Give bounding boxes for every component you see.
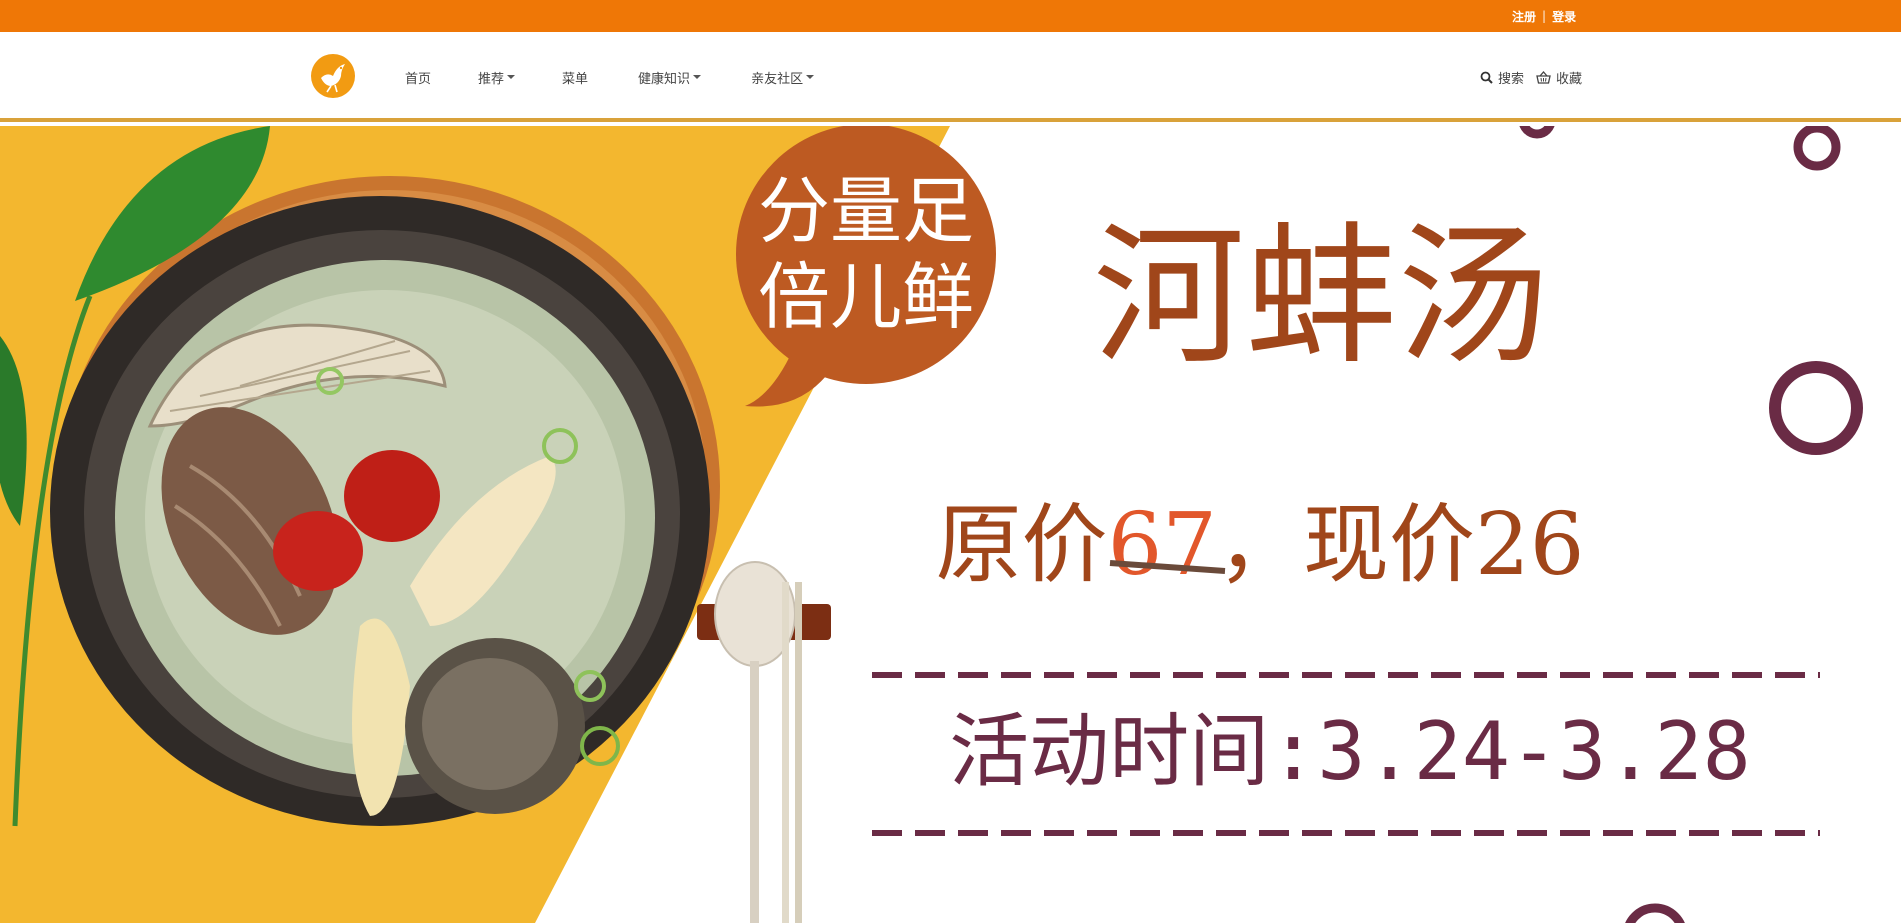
nav-item-menu[interactable]: 菜单: [562, 68, 588, 87]
account-links: 注册 | 登录: [1512, 0, 1576, 32]
main-navbar: 首页 推荐 菜单 健康知识 亲友社区 搜索 收藏: [0, 32, 1901, 122]
login-link[interactable]: 登录: [1552, 8, 1576, 25]
crane-logo-icon: [321, 64, 345, 93]
decorative-ring: [1625, 903, 1685, 923]
nav-item-recommend[interactable]: 推荐: [478, 68, 516, 87]
red-date: [273, 511, 363, 591]
caret-down-icon: [693, 75, 702, 79]
nav-item-home[interactable]: 首页: [405, 68, 431, 87]
search-icon: [1480, 71, 1493, 84]
nav-actions: 搜索 收藏: [1480, 32, 1594, 122]
decorative-ring: [1793, 126, 1841, 171]
caret-down-icon: [507, 75, 516, 79]
favorites-label: 收藏: [1556, 71, 1583, 87]
register-link[interactable]: 注册: [1512, 8, 1536, 25]
bubble-text-line2: 倍儿鲜: [758, 255, 974, 339]
bubble-text-line1: 分量足: [758, 169, 974, 253]
caret-down-icon: [806, 75, 815, 79]
nav-item-label: 推荐: [478, 71, 505, 87]
nav-item-community[interactable]: 亲友社区: [751, 68, 815, 87]
top-bar: 注册 | 登录: [0, 0, 1901, 32]
decorative-ring: [1519, 126, 1555, 139]
link-separator: |: [1542, 9, 1547, 23]
nav-item-health[interactable]: 健康知识: [638, 68, 702, 87]
price-prefix: 原价: [936, 495, 1108, 595]
nav-menu: 首页 推荐 菜单 健康知识 亲友社区: [405, 32, 815, 122]
red-date: [344, 450, 440, 542]
current-price: 26: [1475, 495, 1584, 595]
nav-item-label: 菜单: [562, 71, 589, 87]
original-price: 67: [1108, 495, 1217, 595]
search-button[interactable]: 搜索: [1480, 68, 1524, 87]
chopsticks: [782, 582, 789, 923]
basket-icon: [1536, 70, 1551, 84]
event-time: 活动时间:3.24-3.28: [949, 705, 1751, 798]
nav-item-label: 首页: [405, 71, 432, 87]
nav-item-label: 亲友社区: [751, 71, 804, 87]
nav-item-label: 健康知识: [638, 71, 691, 87]
banner-title: 河蚌汤: [1093, 208, 1549, 385]
decorative-ring: [1769, 361, 1863, 455]
favorites-button[interactable]: 收藏: [1536, 68, 1582, 87]
site-logo[interactable]: [311, 54, 355, 98]
promo-banner[interactable]: 分量足 倍儿鲜 河蚌汤 原价67，现价26 活动时间:3.24-3.28: [0, 126, 1901, 923]
price-middle: ，现价: [1217, 495, 1475, 595]
banner-artwork: 分量足 倍儿鲜 河蚌汤 原价67，现价26 活动时间:3.24-3.28: [0, 126, 1863, 923]
price-line: 原价67，现价26: [936, 495, 1585, 595]
search-label: 搜索: [1498, 71, 1525, 87]
